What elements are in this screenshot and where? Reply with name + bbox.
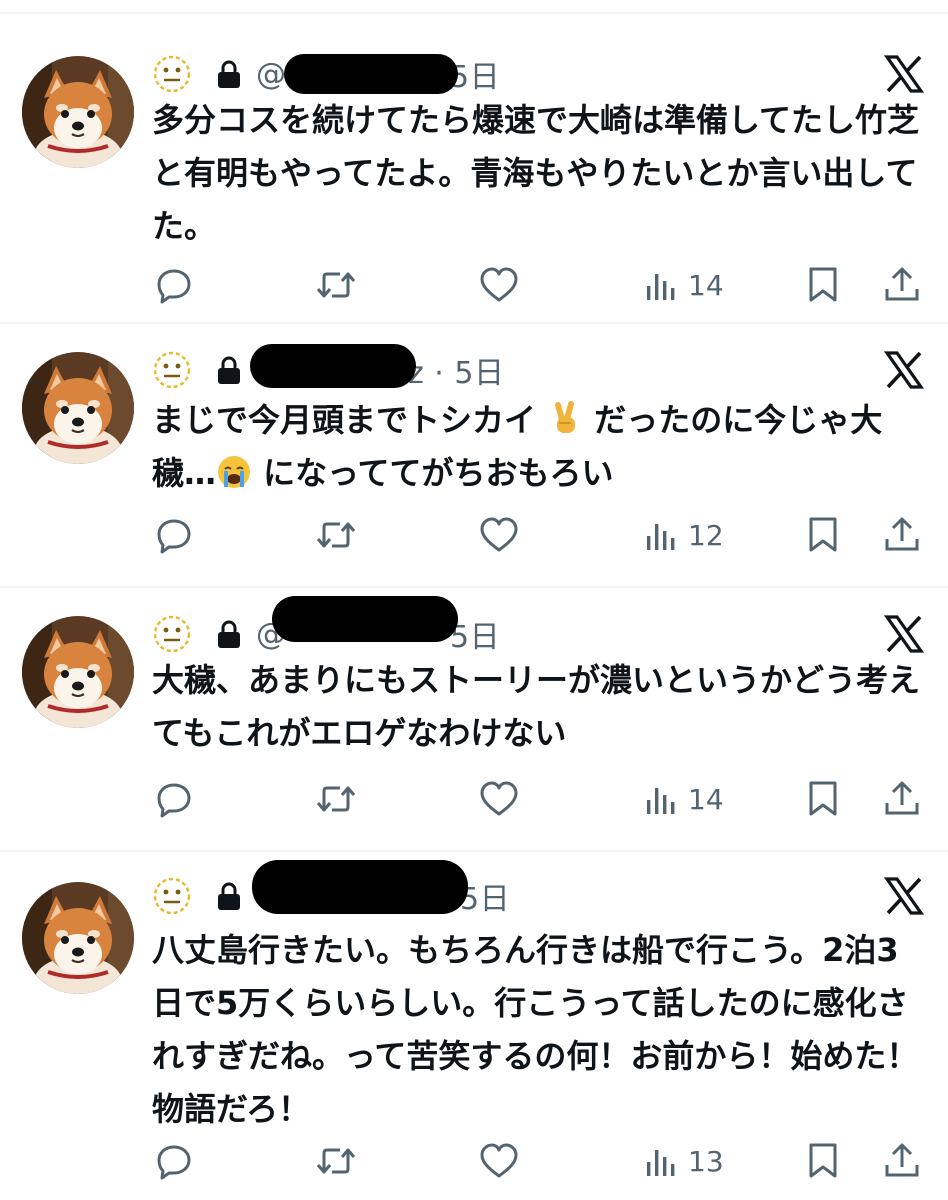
timeline-feed: @5日 多分コスを続けてたら爆速で大崎は準備してたし竹芝と有明もやってたよ。青海…	[0, 0, 948, 1200]
action-bar: 12	[0, 510, 948, 560]
heart-icon	[478, 515, 520, 555]
bookmark-icon	[806, 1141, 840, 1181]
bookmark-button[interactable]	[806, 510, 840, 560]
view-count: 14	[688, 268, 724, 302]
lock-icon	[192, 619, 242, 649]
reply-button[interactable]	[154, 260, 194, 310]
lock-icon	[192, 355, 242, 385]
tweet-text-part: になっててがちおもろい	[263, 454, 614, 492]
like-button[interactable]	[478, 510, 520, 560]
views-icon	[644, 1144, 678, 1178]
tweet-text-part: まじで今月頭までトシカイ	[152, 401, 537, 439]
tweet-header: @5日	[152, 52, 500, 96]
view-count: 13	[688, 1144, 724, 1178]
reply-button[interactable]	[154, 1136, 194, 1186]
reply-button[interactable]	[154, 510, 194, 560]
views-button[interactable]: 13	[644, 1136, 724, 1186]
retweet-icon	[314, 779, 358, 819]
share-button[interactable]	[882, 260, 922, 310]
reply-icon	[154, 779, 194, 819]
avatar[interactable]	[22, 882, 134, 994]
bookmark-icon	[806, 515, 840, 555]
like-button[interactable]	[478, 774, 520, 824]
lock-icon	[192, 881, 242, 911]
tweet[interactable]: @5日 多分コスを続けてたら爆速で大崎は準備してたし竹芝と有明もやってたよ。青海…	[0, 14, 948, 324]
bookmark-button[interactable]	[806, 1136, 840, 1186]
views-icon	[644, 268, 678, 302]
neutral-face-icon	[152, 350, 192, 390]
x-logo-icon	[883, 614, 925, 654]
action-bar: 14	[0, 774, 948, 824]
action-bar: 14	[0, 260, 948, 310]
views-icon	[644, 782, 678, 816]
x-logo-icon	[883, 876, 925, 916]
redaction-mark	[252, 860, 468, 914]
retweet-button[interactable]	[314, 1136, 358, 1186]
bookmark-icon	[806, 779, 840, 819]
retweet-button[interactable]	[314, 260, 358, 310]
view-count: 12	[688, 518, 724, 552]
tweet[interactable]: 5日 八丈島行きたい。もちろん行きは船で行こう。2泊3日で5万くらいらしい。行こ…	[0, 852, 948, 1200]
neutral-face-icon	[152, 614, 192, 654]
reply-icon	[154, 515, 194, 555]
redaction-mark	[272, 596, 458, 642]
retweet-button[interactable]	[314, 510, 358, 560]
tweet-header: @5日	[152, 612, 500, 656]
x-logo-icon	[883, 54, 925, 94]
bookmark-button[interactable]	[806, 774, 840, 824]
lock-icon	[192, 59, 242, 89]
reply-icon	[154, 265, 194, 305]
share-button[interactable]	[882, 1136, 922, 1186]
redaction-mark	[250, 344, 416, 388]
tweet[interactable]: z · 5日 まじで今月頭までトシカイ だったのに今じゃ大穢… になっててがちお…	[0, 324, 948, 588]
timestamp[interactable]: z · 5日	[408, 348, 504, 392]
retweet-icon	[314, 1141, 358, 1181]
retweet-icon	[314, 265, 358, 305]
like-button[interactable]	[478, 1136, 520, 1186]
heart-icon	[478, 1141, 520, 1181]
tweet-text: まじで今月頭までトシカイ だったのに今じゃ大穢… になっててがちおもろい	[152, 394, 922, 500]
tweet-text: 多分コスを続けてたら爆速で大崎は準備してたし竹芝と有明もやってたよ。青海もやりた…	[152, 101, 920, 245]
views-button[interactable]: 12	[644, 510, 724, 560]
share-icon	[882, 265, 922, 305]
avatar[interactable]	[22, 616, 134, 728]
reply-button[interactable]	[154, 774, 194, 824]
views-button[interactable]: 14	[644, 260, 724, 310]
neutral-face-icon	[152, 54, 192, 94]
tweet[interactable]: @5日 大穢、あまりにもストーリーが濃いというかどう考えてもこれがエロゲなわけな…	[0, 588, 948, 852]
share-button[interactable]	[882, 774, 922, 824]
tweet-text: 大穢、あまりにもストーリーが濃いというかどう考えてもこれがエロゲなわけない	[152, 661, 921, 752]
avatar[interactable]	[22, 352, 134, 464]
share-icon	[882, 515, 922, 555]
retweet-icon	[314, 515, 358, 555]
crying-face-emoji	[218, 456, 251, 488]
like-button[interactable]	[478, 260, 520, 310]
share-icon	[882, 779, 922, 819]
views-button[interactable]: 14	[644, 774, 724, 824]
bookmark-button[interactable]	[806, 260, 840, 310]
heart-icon	[478, 265, 520, 305]
share-icon	[882, 1141, 922, 1181]
view-count: 14	[688, 782, 724, 816]
tweet-text: 八丈島行きたい。もちろん行きは船で行こう。2泊3日で5万くらいらしい。行こうって…	[152, 931, 919, 1128]
neutral-face-icon	[152, 876, 192, 916]
reply-icon	[154, 1141, 194, 1181]
redaction-mark	[284, 54, 458, 94]
x-logo-icon	[883, 350, 925, 390]
views-icon	[644, 518, 678, 552]
user-handle[interactable]: @	[256, 57, 287, 92]
bookmark-icon	[806, 265, 840, 305]
share-button[interactable]	[882, 510, 922, 560]
victory-hand-emoji	[555, 401, 576, 433]
avatar[interactable]	[22, 56, 134, 168]
heart-icon	[478, 779, 520, 819]
retweet-button[interactable]	[314, 774, 358, 824]
action-bar: 13	[0, 1136, 948, 1186]
